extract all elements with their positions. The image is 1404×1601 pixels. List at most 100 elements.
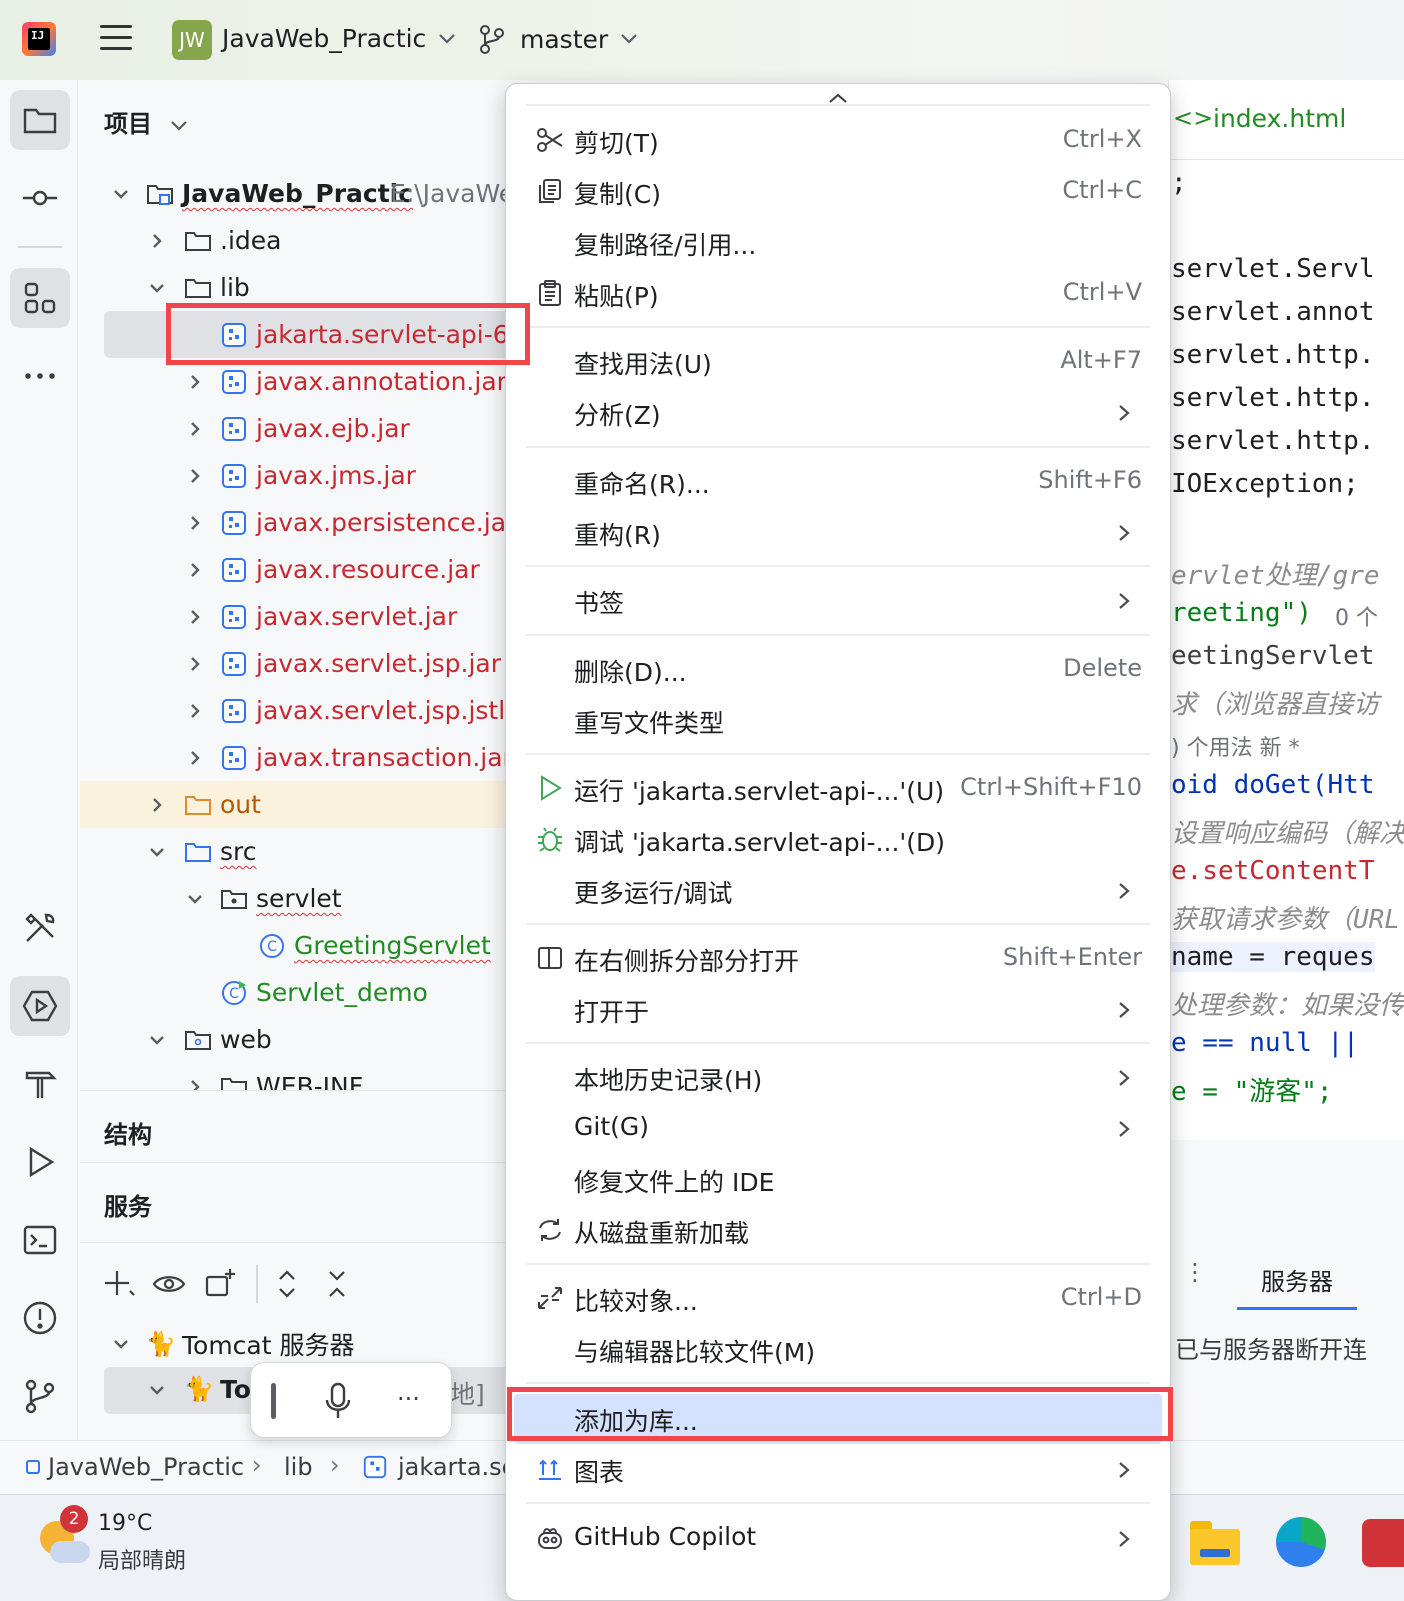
tree-row-folder-src[interactable]: src [80, 828, 510, 875]
server-tab[interactable]: 服务器 [1237, 1250, 1357, 1310]
chevron-right-icon[interactable] [184, 606, 206, 628]
tree-row-folder[interactable]: WEB-INF [80, 1063, 510, 1090]
menu-item-open-split-right[interactable]: 在右侧拆分部分打开 Shift+Enter [506, 934, 1170, 984]
menu-item-open-in[interactable]: 打开于 [506, 985, 1170, 1035]
menu-item-more-run-debug[interactable]: 更多运行/调试 [506, 866, 1170, 916]
tree-row-jar[interactable]: javax.ejb.jar [80, 405, 510, 452]
breadcrumb-item[interactable]: jakarta.se [362, 1453, 516, 1481]
structure-section[interactable]: 结构 [80, 1090, 510, 1162]
problems-icon[interactable] [10, 1288, 70, 1348]
chevron-right-icon[interactable] [146, 230, 168, 252]
menu-item-git[interactable]: Git(G) [506, 1104, 1170, 1154]
tomcat-group-row[interactable]: 🐈 Tomcat 服务器 [80, 1320, 510, 1367]
tree-row-jar[interactable]: javax.annotation.jar [80, 358, 510, 405]
project-tool-icon[interactable] [10, 90, 70, 150]
tree-row-jar[interactable]: javax.servlet.jsp.jstl.jar [80, 687, 510, 734]
menu-item-repair-ide[interactable]: 修复文件上的 IDE [506, 1155, 1170, 1205]
menu-item-find-usages[interactable]: 查找用法(U) Alt+F7 [506, 337, 1170, 387]
more-options-icon[interactable]: ··· [397, 1385, 420, 1413]
menu-item-github-copilot[interactable]: GitHub Copilot [506, 1514, 1170, 1564]
chevron-down-icon[interactable] [146, 841, 168, 863]
chevron-right-icon[interactable] [184, 371, 206, 393]
tree-row-jar[interactable]: javax.servlet.jsp.jar [80, 640, 510, 687]
more-tools-icon[interactable] [10, 346, 70, 406]
expand-all-icon[interactable] [270, 1267, 304, 1301]
chevron-right-icon[interactable] [184, 747, 206, 769]
editor-tab-index-html[interactable]: <> index.html [1169, 80, 1404, 160]
project-switcher[interactable]: JavaWeb_Practic [222, 24, 456, 53]
microphone-icon[interactable] [323, 1381, 353, 1425]
menu-item-cut[interactable]: 剪切(T) Ctrl+X [506, 116, 1170, 166]
main-menu-icon[interactable] [100, 25, 132, 53]
chevron-down-icon[interactable] [110, 1333, 132, 1355]
tree-row-run-config[interactable]: C Servlet_demo [80, 969, 510, 1016]
tree-row-folder[interactable]: .idea [80, 217, 510, 264]
collapse-all-icon[interactable] [320, 1267, 354, 1301]
chevron-right-icon[interactable] [184, 559, 206, 581]
menu-item-delete[interactable]: 删除(D)... Delete [506, 645, 1170, 695]
project-panel-header[interactable]: 项目 [104, 104, 188, 139]
run-tool-icon[interactable] [10, 1132, 70, 1192]
tree-row-jar[interactable]: javax.resource.jar [80, 546, 510, 593]
git-tool-icon[interactable] [10, 1366, 70, 1426]
menu-item-add-as-library[interactable]: 添加为库... [514, 1394, 1162, 1444]
build-tools-icon[interactable] [10, 898, 70, 958]
tree-row-jar[interactable]: javax.jms.jar [80, 452, 510, 499]
tree-row-folder[interactable]: lib [80, 264, 510, 311]
tree-row-folder-out[interactable]: out [80, 781, 510, 828]
chevron-right-icon[interactable] [184, 418, 206, 440]
branch-switcher[interactable]: master [478, 24, 638, 54]
breadcrumb-item[interactable]: JavaWeb_Practic [26, 1453, 244, 1481]
menu-item-copy-path[interactable]: 复制路径/引用... [506, 218, 1170, 268]
menu-item-diagrams[interactable]: 图表 [506, 1445, 1170, 1495]
menu-item-reload-from-disk[interactable]: 从磁盘重新加载 [506, 1206, 1170, 1256]
chevron-right-icon[interactable] [184, 1076, 206, 1090]
menu-item-compare-with-editor[interactable]: 与编辑器比较文件(M) [506, 1325, 1170, 1375]
tree-row-jar[interactable]: javax.servlet.jar [80, 593, 510, 640]
menu-item-copy[interactable]: 复制(C) Ctrl+C [506, 167, 1170, 217]
menu-item-paste[interactable]: 粘贴(P) Ctrl+V [506, 269, 1170, 319]
menu-item-local-history[interactable]: 本地历史记录(H) [506, 1053, 1170, 1103]
add-icon[interactable] [102, 1267, 136, 1301]
menu-item-override-file-type[interactable]: 重写文件类型 [506, 696, 1170, 746]
more-vertical-icon[interactable]: ⋮ [1183, 1258, 1207, 1286]
commit-icon[interactable] [10, 168, 70, 228]
menu-item-run[interactable]: 运行 'jakarta.servlet-api-...'(U) Ctrl+Shi… [506, 764, 1170, 814]
intellij-logo-icon[interactable]: IJ [22, 22, 56, 56]
chevron-right-icon[interactable] [184, 700, 206, 722]
app-taskbar-icon[interactable] [1362, 1519, 1404, 1567]
breadcrumb-item[interactable]: lib [284, 1453, 313, 1481]
new-tab-icon[interactable] [204, 1267, 238, 1301]
chevron-right-icon[interactable] [184, 653, 206, 675]
file-explorer-icon[interactable] [1190, 1521, 1240, 1565]
services-tool-icon[interactable] [10, 976, 70, 1036]
tree-row-package[interactable]: servlet [80, 875, 510, 922]
menu-item-rename[interactable]: 重命名(R)... Shift+F6 [506, 457, 1170, 507]
scroll-up-icon[interactable] [828, 92, 848, 104]
menu-item-refactor[interactable]: 重构(R) [506, 508, 1170, 558]
chevron-down-icon[interactable] [146, 1029, 168, 1051]
chevron-down-icon[interactable] [184, 888, 206, 910]
eye-icon[interactable] [152, 1267, 186, 1301]
edge-browser-icon[interactable] [1276, 1517, 1326, 1567]
structure-tool-icon[interactable] [10, 268, 70, 328]
menu-item-analyze[interactable]: 分析(Z) [506, 388, 1170, 438]
tree-row-class[interactable]: C GreetingServlet [80, 922, 510, 969]
maven-hammer-icon[interactable] [10, 1054, 70, 1114]
tree-row-module[interactable]: JavaWeb_Practic E:\JavaWe [80, 170, 510, 217]
chevron-down-icon[interactable] [146, 277, 168, 299]
tree-row-jar[interactable]: javax.persistence.jar [80, 499, 510, 546]
menu-item-debug[interactable]: 调试 'jakarta.servlet-api-...'(D) [506, 815, 1170, 865]
chevron-down-icon[interactable] [110, 183, 132, 205]
menu-item-compare-with[interactable]: 比较对象... Ctrl+D [506, 1274, 1170, 1324]
tree-row-jar[interactable]: javax.transaction.jar [80, 734, 510, 781]
chevron-right-icon[interactable] [184, 512, 206, 534]
tree-row-jar-selected[interactable]: jakarta.servlet-api-6.0. [104, 311, 510, 358]
chevron-right-icon[interactable] [146, 794, 168, 816]
menu-item-bookmarks[interactable]: 书签 [506, 576, 1170, 626]
editor-area[interactable]: <> index.html ; servlet.Servl servlet.an… [1168, 80, 1404, 1140]
chevron-right-icon[interactable] [184, 465, 206, 487]
project-badge[interactable]: JW [172, 20, 212, 60]
tree-row-folder-web[interactable]: web [80, 1016, 510, 1063]
services-section[interactable]: 服务 [80, 1162, 510, 1242]
